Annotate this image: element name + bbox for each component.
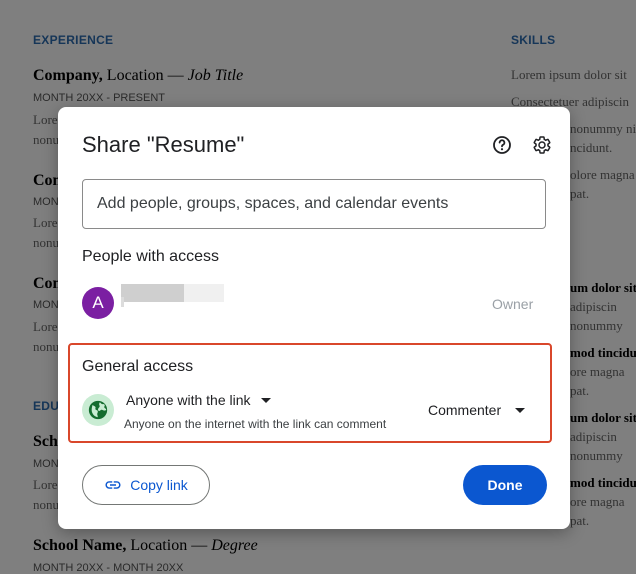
owner-role-label: Owner	[492, 296, 534, 312]
chevron-down-icon	[515, 407, 526, 413]
settings-button[interactable]	[530, 133, 554, 157]
link-access-description: Anyone on the internet with the link can…	[124, 417, 387, 431]
globe-badge	[82, 394, 114, 426]
chevron-down-icon	[260, 397, 271, 403]
general-access-heading: General access	[82, 358, 194, 375]
gear-icon	[533, 136, 551, 154]
help-circle-icon	[493, 136, 511, 154]
role-label: Commenter	[428, 402, 502, 418]
people-with-access-heading: People with access	[82, 248, 219, 265]
copy-link-label: Copy link	[130, 477, 188, 493]
avatar: A	[82, 287, 114, 319]
role-dropdown[interactable]: Commenter	[428, 402, 526, 418]
copy-link-button[interactable]: Copy link	[82, 465, 210, 505]
link-access-label: Anyone with the link	[126, 392, 251, 408]
help-button[interactable]	[490, 133, 514, 157]
add-people-input[interactable]	[82, 179, 546, 229]
redacted-email	[121, 297, 124, 307]
link-access-dropdown[interactable]: Anyone with the link	[126, 392, 271, 408]
dialog-title: Share "Resume"	[82, 132, 245, 157]
link-icon	[105, 481, 121, 489]
redacted-name	[184, 284, 224, 302]
globe-icon	[88, 400, 108, 420]
share-dialog: Share "Resume" People with access A Owne…	[58, 107, 570, 529]
done-button[interactable]: Done	[463, 465, 547, 505]
redacted-name	[121, 284, 184, 302]
